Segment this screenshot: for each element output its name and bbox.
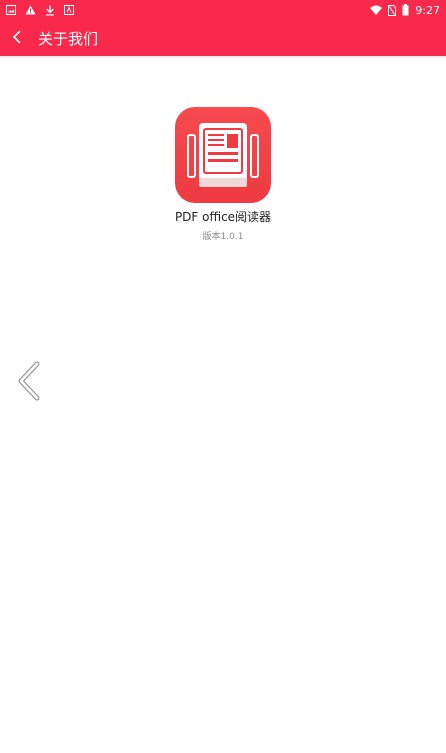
app-notification-icon (64, 5, 74, 15)
page-title: 关于我们 (38, 29, 99, 48)
battery-icon (402, 4, 409, 16)
download-icon (45, 5, 55, 16)
image-icon (6, 5, 16, 15)
side-back-arrow[interactable] (13, 360, 45, 402)
back-button[interactable] (0, 20, 34, 56)
app-bar-shadow (0, 56, 446, 59)
app-name: PDF office阅读器 (174, 210, 272, 224)
status-time: 9:27 (415, 3, 440, 17)
no-sim-icon (388, 4, 397, 16)
chevron-left-icon (13, 361, 45, 406)
status-icons-right: 9:27 (370, 4, 440, 17)
app-bar: 关于我们 (0, 20, 446, 56)
chevron-left-icon (12, 29, 22, 48)
status-icons-left (6, 5, 74, 16)
about-section: PDF office阅读器 版本1.0.1 (0, 107, 446, 242)
status-bar: 9:27 (0, 0, 446, 20)
warning-icon (25, 5, 36, 15)
pdf-reader-logo-icon (175, 107, 271, 203)
wifi-icon (370, 5, 383, 15)
app-version: 版本1.0.1 (202, 232, 244, 242)
